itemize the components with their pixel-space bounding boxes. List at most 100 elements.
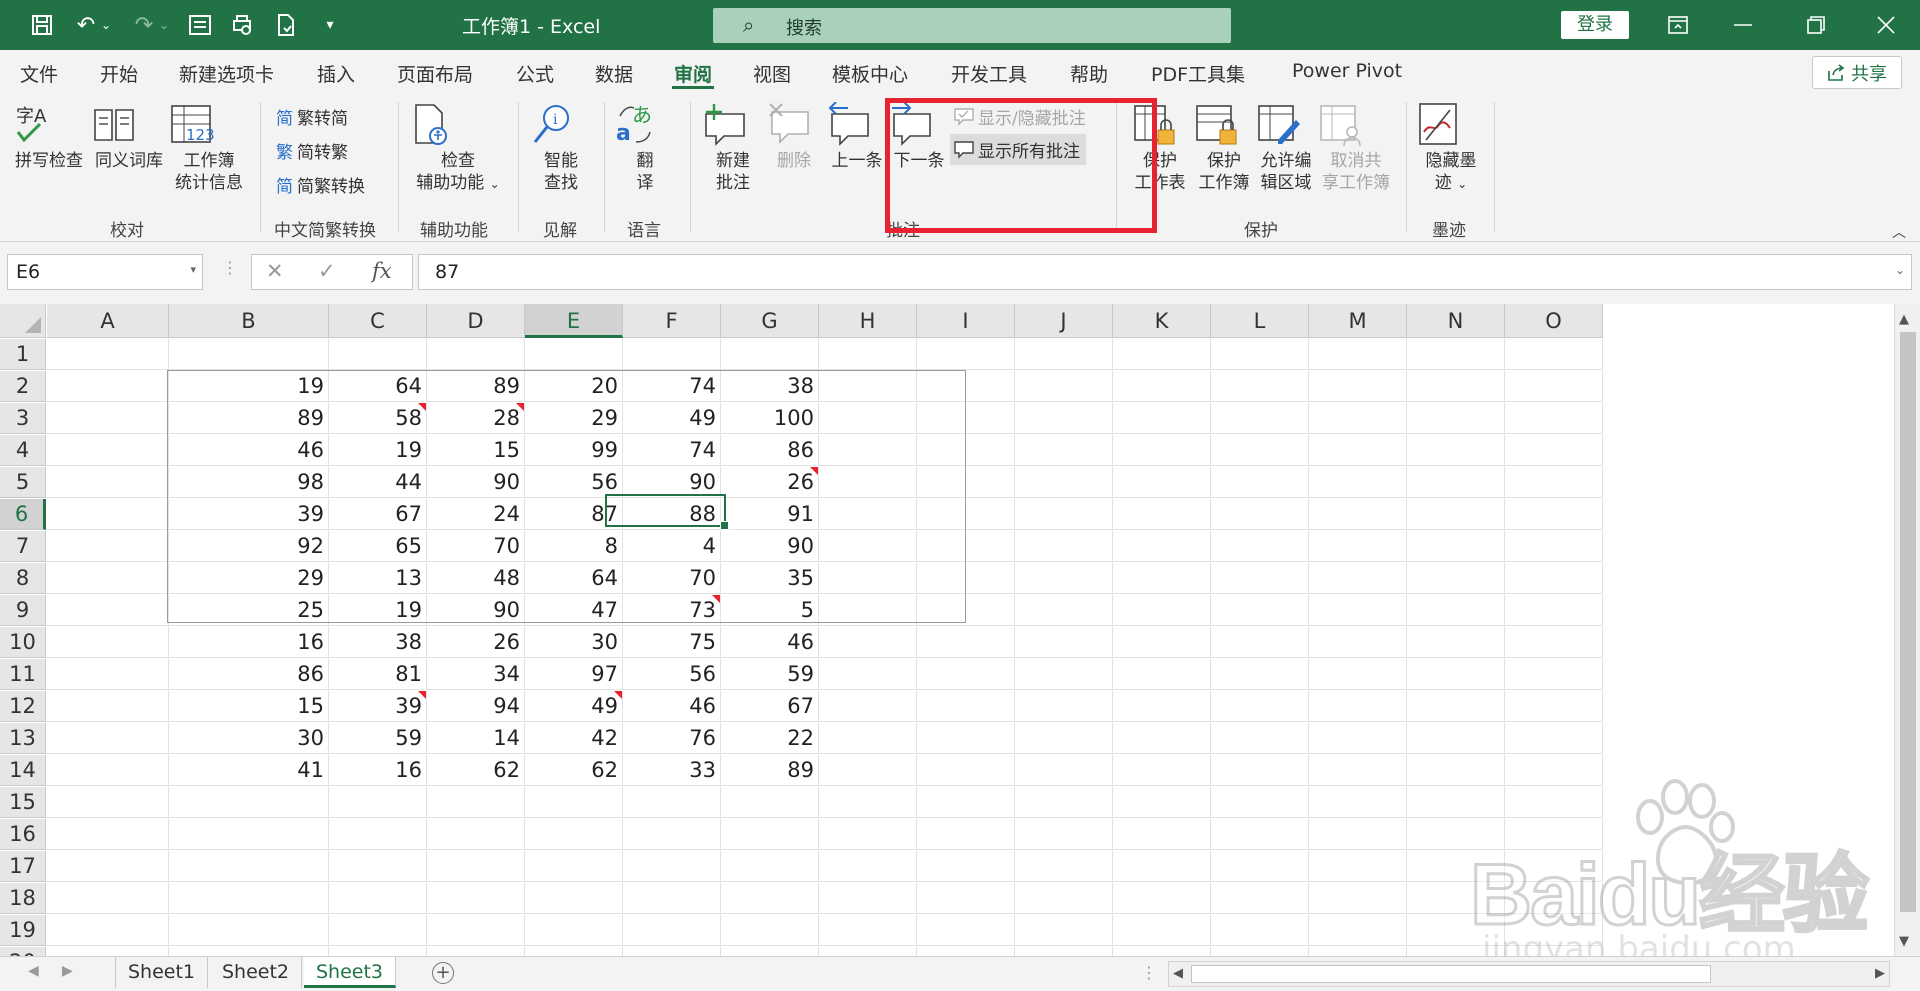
cell-l5[interactable]: [1211, 467, 1309, 498]
name-box[interactable]: E6 ▾: [7, 254, 203, 290]
cell-j5[interactable]: [1015, 467, 1113, 498]
show-hide-comment-button[interactable]: 显示/隐藏批注: [954, 104, 1086, 129]
cell-e3[interactable]: 29: [525, 403, 623, 434]
cell-f12[interactable]: 46: [623, 691, 721, 722]
cell-o6[interactable]: [1505, 499, 1603, 530]
cell-b12[interactable]: 15: [169, 691, 329, 722]
cell-m10[interactable]: [1309, 627, 1407, 658]
row-header-1[interactable]: 1: [0, 339, 46, 370]
cell-m6[interactable]: [1309, 499, 1407, 530]
cell-l15[interactable]: [1211, 787, 1309, 818]
cell-o12[interactable]: [1505, 691, 1603, 722]
cell-m13[interactable]: [1309, 723, 1407, 754]
cell-f4[interactable]: 74: [623, 435, 721, 466]
column-header-l[interactable]: L: [1211, 304, 1309, 338]
cell-l11[interactable]: [1211, 659, 1309, 690]
cell-l18[interactable]: [1211, 883, 1309, 914]
cell-a10[interactable]: [47, 627, 169, 658]
cell-i4[interactable]: [917, 435, 1015, 466]
cell-d4[interactable]: 15: [427, 435, 525, 466]
cell-o20[interactable]: [1505, 947, 1603, 956]
row-header-2[interactable]: 2: [0, 371, 46, 402]
cell-h8[interactable]: [819, 563, 917, 594]
check-accessibility-button[interactable]: 检查 辅助功能 ⌄: [408, 102, 508, 195]
cell-f13[interactable]: 76: [623, 723, 721, 754]
cell-i7[interactable]: [917, 531, 1015, 562]
cell-d7[interactable]: 70: [427, 531, 525, 562]
row-header-6[interactable]: 6: [0, 499, 46, 530]
cell-j4[interactable]: [1015, 435, 1113, 466]
vertical-scrollbar[interactable]: ▲ ▼: [1894, 304, 1920, 956]
workbook-statistics-button[interactable]: 123 工作簿 统计信息: [170, 102, 248, 194]
sheet-tab-2[interactable]: Sheet2: [210, 957, 303, 988]
cell-l9[interactable]: [1211, 595, 1309, 626]
cell-e13[interactable]: 42: [525, 723, 623, 754]
cell-g9[interactable]: 5: [721, 595, 819, 626]
cell-j13[interactable]: [1015, 723, 1113, 754]
cell-f2[interactable]: 74: [623, 371, 721, 402]
cell-c12[interactable]: 39: [329, 691, 427, 722]
row-header-20[interactable]: 20: [0, 947, 46, 956]
row-header-16[interactable]: 16: [0, 819, 46, 850]
tab-template-center[interactable]: 模板中心: [832, 60, 908, 87]
cell-o19[interactable]: [1505, 915, 1603, 946]
column-header-e[interactable]: E: [525, 304, 623, 338]
cell-o13[interactable]: [1505, 723, 1603, 754]
chinese-conversion-button[interactable]: 简 简繁转换: [276, 172, 365, 197]
cell-n4[interactable]: [1407, 435, 1505, 466]
cell-n16[interactable]: [1407, 819, 1505, 850]
cell-c5[interactable]: 44: [329, 467, 427, 498]
cell-n18[interactable]: [1407, 883, 1505, 914]
scroll-right-icon[interactable]: ▶: [1875, 966, 1885, 981]
cell-k13[interactable]: [1113, 723, 1211, 754]
cell-k19[interactable]: [1113, 915, 1211, 946]
cell-d8[interactable]: 48: [427, 563, 525, 594]
cell-n11[interactable]: [1407, 659, 1505, 690]
tab-view[interactable]: 视图: [753, 60, 791, 87]
row-header-10[interactable]: 10: [0, 627, 46, 658]
cell-d18[interactable]: [427, 883, 525, 914]
cell-o16[interactable]: [1505, 819, 1603, 850]
search-box[interactable]: ⌕ 搜索: [713, 8, 1231, 43]
cell-g17[interactable]: [721, 851, 819, 882]
scroll-down-icon[interactable]: ▼: [1899, 934, 1909, 949]
cell-b7[interactable]: 92: [169, 531, 329, 562]
cell-h4[interactable]: [819, 435, 917, 466]
cell-g5[interactable]: 26: [721, 467, 819, 498]
cell-l12[interactable]: [1211, 691, 1309, 722]
cell-d9[interactable]: 90: [427, 595, 525, 626]
cell-n10[interactable]: [1407, 627, 1505, 658]
tab-new-tab[interactable]: 新建选项卡: [179, 60, 274, 87]
cell-n8[interactable]: [1407, 563, 1505, 594]
cell-i13[interactable]: [917, 723, 1015, 754]
ribbon-display-options-icon[interactable]: [1658, 8, 1698, 42]
row-header-4[interactable]: 4: [0, 435, 46, 466]
more-options-icon[interactable]: ⋮: [1141, 963, 1157, 982]
cell-j10[interactable]: [1015, 627, 1113, 658]
cell-l2[interactable]: [1211, 371, 1309, 402]
cell-o2[interactable]: [1505, 371, 1603, 402]
cell-n19[interactable]: [1407, 915, 1505, 946]
cell-o8[interactable]: [1505, 563, 1603, 594]
cell-b10[interactable]: 16: [169, 627, 329, 658]
cell-b5[interactable]: 98: [169, 467, 329, 498]
cell-f7[interactable]: 4: [623, 531, 721, 562]
cell-g8[interactable]: 35: [721, 563, 819, 594]
cell-k4[interactable]: [1113, 435, 1211, 466]
column-header-c[interactable]: C: [329, 304, 427, 338]
cell-j17[interactable]: [1015, 851, 1113, 882]
close-icon[interactable]: [1866, 8, 1906, 42]
show-all-comments-button[interactable]: 显示所有批注: [950, 134, 1086, 165]
cell-k1[interactable]: [1113, 339, 1211, 370]
cell-b3[interactable]: 89: [169, 403, 329, 434]
cell-a5[interactable]: [47, 467, 169, 498]
cell-c17[interactable]: [329, 851, 427, 882]
cell-k3[interactable]: [1113, 403, 1211, 434]
cell-m1[interactable]: [1309, 339, 1407, 370]
cell-f17[interactable]: [623, 851, 721, 882]
cell-k18[interactable]: [1113, 883, 1211, 914]
cell-a12[interactable]: [47, 691, 169, 722]
cell-e8[interactable]: 64: [525, 563, 623, 594]
cell-g2[interactable]: 38: [721, 371, 819, 402]
column-header-f[interactable]: F: [623, 304, 721, 338]
